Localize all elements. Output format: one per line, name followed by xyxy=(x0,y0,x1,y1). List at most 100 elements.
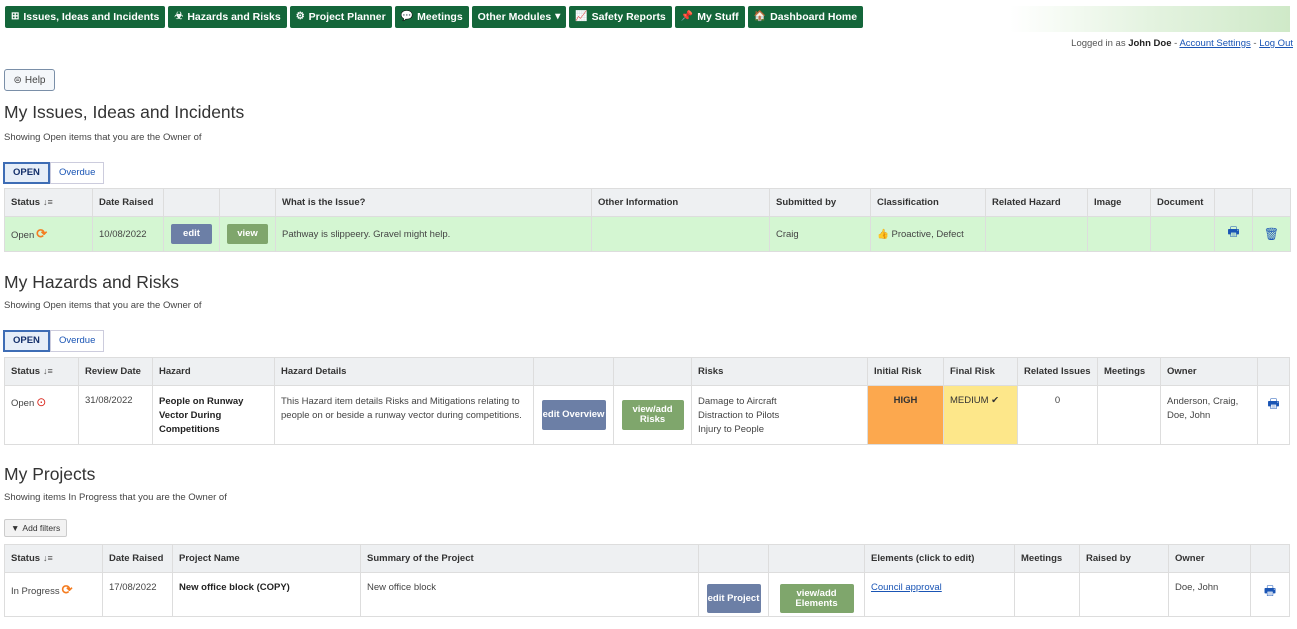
edit-cell: edit xyxy=(163,216,220,252)
print-icon[interactable]: 🖶 xyxy=(1264,583,1276,598)
refresh-icon: ⟳ xyxy=(36,226,48,241)
column-header xyxy=(1214,188,1253,217)
nav-project-planner-button[interactable]: ⚙ Project Planner xyxy=(289,6,392,28)
column-header: Elements (click to edit) xyxy=(864,544,1015,573)
column-header[interactable]: Status ↓≡ xyxy=(4,357,79,386)
trash-icon[interactable]: 🗑 xyxy=(1264,227,1279,241)
meetings-cell xyxy=(1097,385,1161,445)
biohazard-icon: ☣ xyxy=(174,11,184,22)
hazard-name-cell: People on Runway Vector During Competiti… xyxy=(152,385,275,445)
sort-icon[interactable]: ↓≡ xyxy=(43,197,53,207)
column-header xyxy=(219,188,276,217)
risks-cell: Damage to Aircraft Distraction to Pilots… xyxy=(691,385,868,445)
tab-open[interactable]: OPEN xyxy=(3,162,50,184)
logged-in-prefix: Logged in as xyxy=(1071,38,1126,49)
top-nav: ⊞ Issues, Ideas and Incidents ☣ Hazards an… xyxy=(5,6,864,28)
view-cell: view xyxy=(219,216,276,252)
image-cell xyxy=(1087,216,1151,252)
table-row: In Progress ⟳ 17/08/2022 New office block… xyxy=(4,572,1290,617)
thumbtack-icon: 📌 xyxy=(680,11,694,22)
edit-button[interactable]: edit xyxy=(171,224,212,244)
status-cell: Open ⟳ xyxy=(4,216,93,252)
projects-title: My Projects xyxy=(4,464,96,484)
delete-cell: 🗑 xyxy=(1252,216,1291,252)
related-issues-cell: 0 xyxy=(1017,385,1098,445)
date-raised-cell: 17/08/2022 xyxy=(102,572,173,617)
column-header[interactable]: Status ↓≡ xyxy=(4,544,103,573)
risk-item: Damage to Aircraft xyxy=(698,396,777,407)
projects-table: Status ↓≡ Date Raised Project Name Summar… xyxy=(4,544,1290,617)
sort-icon[interactable]: ↓≡ xyxy=(43,366,53,376)
hazards-title: My Hazards and Risks xyxy=(4,272,180,292)
table-header-row: Status ↓≡ Date Raised Project Name Summar… xyxy=(4,544,1290,573)
account-settings-link[interactable]: Account Settings xyxy=(1179,38,1250,49)
nav-label: Other Modules xyxy=(477,11,552,23)
issues-tabs: OPEN Overdue xyxy=(3,162,105,184)
column-header: Hazard Details xyxy=(274,357,534,386)
help-button[interactable]: ⊜ Help xyxy=(4,69,55,91)
add-filters-button[interactable]: ▼ Add filters xyxy=(4,519,68,537)
tab-overdue[interactable]: Overdue xyxy=(49,330,105,352)
column-header: Image xyxy=(1087,188,1151,217)
view-button[interactable]: view xyxy=(227,224,268,244)
column-header: Hazard xyxy=(152,357,275,386)
nav-other-modules-dropdown[interactable]: Other Modules ▾ xyxy=(471,6,567,28)
status-cell: Open ⊙ xyxy=(4,385,79,445)
edit-project-button[interactable]: edit Project xyxy=(706,584,761,613)
nav-label: Dashboard Home xyxy=(770,11,858,23)
column-header: Final Risk xyxy=(943,357,1018,386)
risk-item: Distraction to Pilots xyxy=(698,410,780,421)
tab-open[interactable]: OPEN xyxy=(3,330,50,352)
home-icon: 🏠 xyxy=(753,11,767,22)
caret-down-icon: ▾ xyxy=(555,11,561,22)
nav-label: Safety Reports xyxy=(591,11,666,23)
nav-label: My Stuff xyxy=(697,11,739,23)
owner-cell: Doe, John xyxy=(1168,572,1251,617)
clock-icon: ⊙ xyxy=(36,395,47,409)
column-header: Raised by xyxy=(1079,544,1169,573)
project-name-cell: New office block (COPY) xyxy=(172,572,361,617)
column-header xyxy=(1257,357,1290,386)
hazards-tabs: OPEN Overdue xyxy=(3,330,105,352)
issues-title: My Issues, Ideas and Incidents xyxy=(4,102,245,122)
nav-safety-reports-button[interactable]: 📈 Safety Reports xyxy=(569,6,672,28)
issues-subtitle: Showing Open items that you are the Owne… xyxy=(4,132,202,143)
column-header xyxy=(1252,188,1291,217)
nav-label: Project Planner xyxy=(308,11,386,23)
print-icon[interactable]: 🖶 xyxy=(1227,224,1239,239)
column-header: Project Name xyxy=(172,544,361,573)
separator: - xyxy=(1253,38,1257,49)
element-link[interactable]: Council approval xyxy=(871,582,942,593)
view-cell: view/add Risks xyxy=(613,385,692,445)
nav-my-stuff-button[interactable]: 📌 My Stuff xyxy=(674,6,745,28)
review-date-cell: 31/08/2022 xyxy=(78,385,153,445)
logout-link[interactable]: Log Out xyxy=(1259,38,1293,49)
edit-cell: edit Project xyxy=(698,572,769,617)
column-header: Date Raised xyxy=(92,188,164,217)
column-header: Initial Risk xyxy=(867,357,944,386)
project-summary-cell: New office block xyxy=(360,572,699,617)
print-cell: 🖶 xyxy=(1214,216,1253,252)
sort-icon[interactable]: ↓≡ xyxy=(43,553,53,563)
column-header: Meetings xyxy=(1014,544,1080,573)
view-add-risks-button[interactable]: view/add Risks xyxy=(621,400,684,430)
nav-dashboard-home-button[interactable]: 🏠 Dashboard Home xyxy=(747,6,864,28)
view-cell: view/add Elements xyxy=(768,572,865,617)
nav-issues-button[interactable]: ⊞ Issues, Ideas and Incidents xyxy=(5,6,166,28)
edit-overview-button[interactable]: edit Overview xyxy=(541,400,606,430)
view-add-elements-button[interactable]: view/add Elements xyxy=(779,584,854,613)
issue-cell: Pathway is slippeery. Gravel might help. xyxy=(275,216,592,252)
print-icon[interactable]: 🖶 xyxy=(1267,396,1279,411)
nav-meetings-button[interactable]: 💬 Meetings xyxy=(394,6,469,28)
document-cell xyxy=(1150,216,1215,252)
print-cell: 🖶 xyxy=(1257,385,1290,445)
column-header: Other Information xyxy=(591,188,770,217)
table-header-row: Status ↓≡ Date Raised What is the Issue? … xyxy=(4,188,1291,217)
column-header: Related Issues xyxy=(1017,357,1098,386)
column-header[interactable]: Status ↓≡ xyxy=(4,188,93,217)
nav-hazards-button[interactable]: ☣ Hazards and Risks xyxy=(168,6,287,28)
tab-overdue[interactable]: Overdue xyxy=(49,162,105,184)
date-cell: 10/08/2022 xyxy=(92,216,164,252)
meetings-cell xyxy=(1014,572,1080,617)
column-header: Summary of the Project xyxy=(360,544,699,573)
